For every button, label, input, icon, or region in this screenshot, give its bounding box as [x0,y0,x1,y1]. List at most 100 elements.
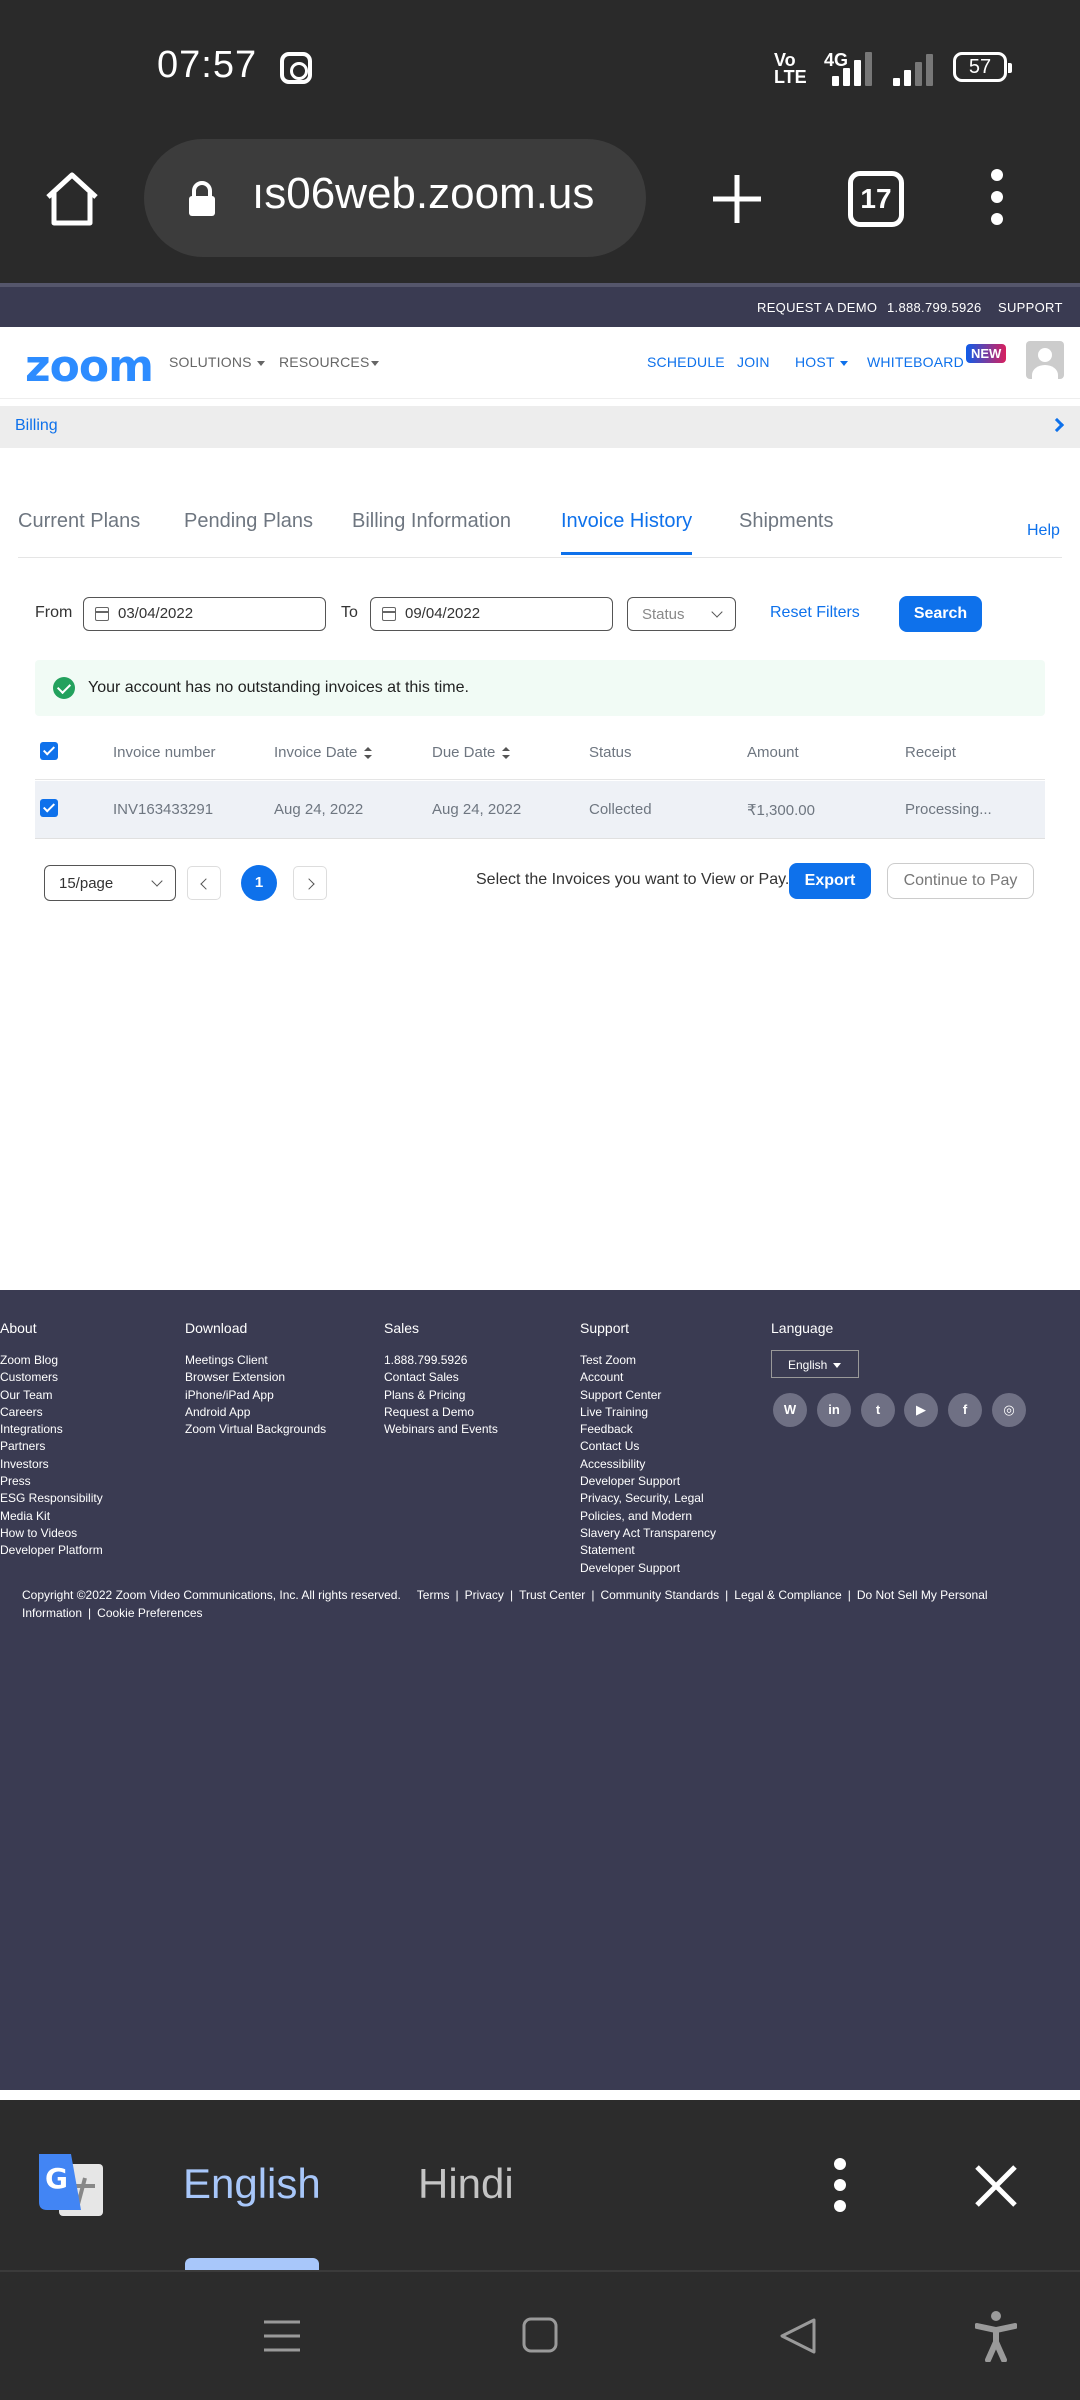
language-select[interactable]: English [771,1350,859,1378]
legal-link[interactable]: Legal & Compliance [734,1588,841,1602]
solutions-menu[interactable]: SOLUTIONS [169,354,265,370]
export-button[interactable]: Export [789,863,871,899]
accessibility-icon[interactable] [975,2310,1017,2362]
legal-link[interactable]: Cookie Preferences [97,1606,202,1620]
wordpress-icon[interactable]: W [773,1393,807,1427]
footer-link[interactable]: Careers [0,1404,103,1421]
footer-link[interactable]: Accessibility [580,1456,716,1473]
search-button[interactable]: Search [899,596,982,632]
footer-link[interactable]: Privacy, Security, Legal [580,1490,716,1507]
row-checkbox[interactable] [40,799,58,817]
footer-link[interactable]: Android App [185,1404,326,1421]
footer-link[interactable]: How to Videos [0,1525,103,1542]
footer-link[interactable]: Test Zoom [580,1352,716,1369]
footer-link[interactable]: Our Team [0,1387,103,1404]
reset-filters-link[interactable]: Reset Filters [770,604,860,622]
tab-shipments[interactable]: Shipments [739,510,834,533]
footer-link[interactable]: Investors [0,1456,103,1473]
footer-link[interactable]: Policies, and Modern [580,1508,716,1525]
tab-switcher-button[interactable]: 17 [848,171,904,227]
footer-link[interactable]: Webinars and Events [384,1421,498,1438]
support-link[interactable]: SUPPORT [998,300,1063,315]
footer-link[interactable]: Request a Demo [384,1404,498,1421]
sort-icon[interactable] [364,747,373,760]
footer-link[interactable]: Browser Extension [185,1369,326,1386]
help-link[interactable]: Help [1027,522,1060,540]
header-invoice-date[interactable]: Invoice Date [274,744,373,761]
footer-link[interactable]: Contact Us [580,1438,716,1455]
footer-link[interactable]: Press [0,1473,103,1490]
footer-link[interactable]: Support Center [580,1387,716,1404]
footer-link[interactable]: Account [580,1369,716,1386]
new-tab-icon[interactable] [709,171,765,227]
select-all-checkbox[interactable] [40,742,58,760]
request-demo-link[interactable]: REQUEST A DEMO [757,300,877,315]
target-language-tab[interactable]: Hindi [418,2160,514,2208]
facebook-icon[interactable]: f [948,1393,982,1427]
table-row[interactable]: INV163433291 Aug 24, 2022 Aug 24, 2022 C… [35,781,1045,839]
tab-pending-plans[interactable]: Pending Plans [184,510,313,533]
footer-link[interactable]: Developer Platform [0,1542,103,1559]
legal-link[interactable]: Privacy [465,1588,504,1602]
footer-link[interactable]: Customers [0,1369,103,1386]
status-select[interactable]: Status [627,597,736,631]
footer-link[interactable]: Developer Support [580,1473,716,1490]
recent-apps-icon[interactable] [262,2316,302,2356]
instagram-icon[interactable]: ◎ [992,1393,1026,1427]
breadcrumb-billing[interactable]: Billing [15,417,58,435]
more-options-icon[interactable] [985,169,1009,229]
zoom-logo[interactable]: zoom [25,341,154,392]
from-date-input[interactable]: 03/04/2022 [83,597,326,631]
footer-link[interactable]: Media Kit [0,1508,103,1525]
home-icon[interactable] [40,167,104,231]
tab-invoice-history[interactable]: Invoice History [561,510,693,555]
join-link[interactable]: JOIN [737,354,770,370]
next-page-button[interactable] [293,866,327,900]
footer-link[interactable]: iPhone/iPad App [185,1387,326,1404]
footer-link[interactable]: Meetings Client [185,1352,326,1369]
schedule-link[interactable]: SCHEDULE [647,354,725,370]
legal-link[interactable]: Terms [417,1588,450,1602]
to-date-input[interactable]: 09/04/2022 [370,597,613,631]
footer-link[interactable]: ESG Responsibility [0,1490,103,1507]
prev-page-button[interactable] [187,866,221,900]
tab-current-plans[interactable]: Current Plans [18,510,140,533]
footer-link[interactable]: Partners [0,1438,103,1455]
back-icon[interactable] [778,2316,818,2356]
header-due-date[interactable]: Due Date [432,744,511,761]
legal-link[interactable]: Community Standards [600,1588,719,1602]
footer-link[interactable]: Zoom Virtual Backgrounds [185,1421,326,1438]
footer-link[interactable]: Statement [580,1542,716,1559]
phone-link[interactable]: 1.888.799.5926 [887,300,982,315]
breadcrumb[interactable]: Billing [0,406,1080,448]
footer-link[interactable]: Feedback [580,1421,716,1438]
chevron-right-icon[interactable] [1049,417,1065,433]
tab-billing-information[interactable]: Billing Information [352,510,511,533]
footer-link[interactable]: 1.888.799.5926 [384,1352,498,1369]
footer-link[interactable]: Integrations [0,1421,103,1438]
sort-icon[interactable] [502,747,511,760]
youtube-icon[interactable]: ▶ [904,1393,938,1427]
footer-link[interactable]: Live Training [580,1404,716,1421]
url-text[interactable]: ıs06web.zoom.us [252,169,632,219]
footer-link[interactable]: Plans & Pricing [384,1387,498,1404]
twitter-icon[interactable]: t [861,1393,895,1427]
footer-link[interactable]: Zoom Blog [0,1352,103,1369]
linkedin-icon[interactable]: in [817,1393,851,1427]
legal-link[interactable]: Trust Center [519,1588,585,1602]
per-page-select[interactable]: 15/page [44,865,176,901]
page-1-button[interactable]: 1 [241,865,277,901]
continue-to-pay-button[interactable]: Continue to Pay [887,863,1034,899]
footer-link[interactable]: Developer Support [580,1560,716,1577]
avatar[interactable] [1026,341,1064,379]
footer-link[interactable]: Contact Sales [384,1369,498,1386]
translate-options-icon[interactable] [833,2158,847,2212]
source-language-tab[interactable]: English [183,2160,321,2208]
whiteboard-link[interactable]: WHITEBOARD [867,354,964,370]
home-nav-icon[interactable] [521,2316,559,2354]
address-bar[interactable]: ıs06web.zoom.us [144,139,646,257]
footer-link[interactable]: Slavery Act Transparency [580,1525,716,1542]
close-icon[interactable] [974,2164,1018,2208]
host-menu[interactable]: HOST [795,354,848,370]
resources-menu[interactable]: RESOURCES [279,354,380,370]
